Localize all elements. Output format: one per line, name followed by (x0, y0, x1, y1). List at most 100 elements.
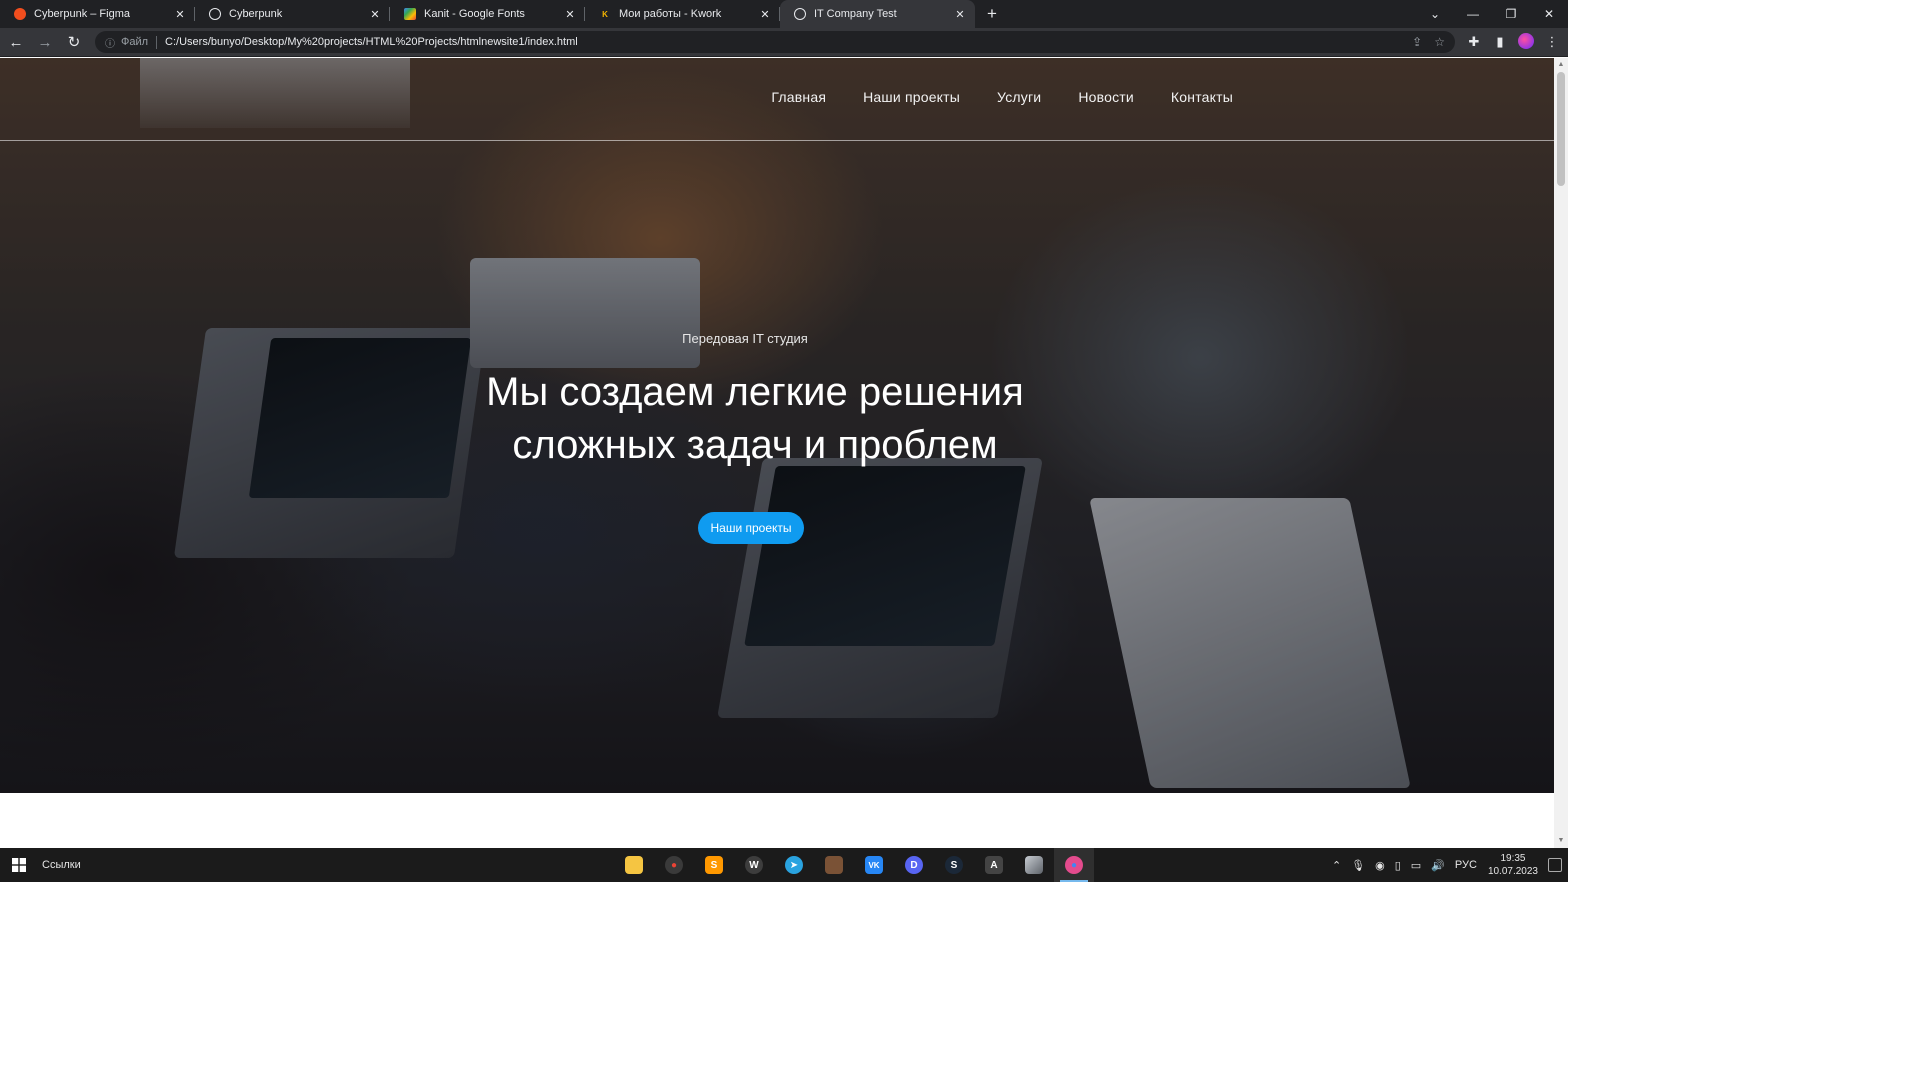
nav-contacts[interactable]: Контакты (1171, 89, 1233, 105)
close-icon[interactable]: ✕ (368, 8, 382, 21)
task-vk[interactable]: VK (854, 848, 894, 882)
address-scheme-label: Файл (121, 36, 149, 48)
browser-tab-strip: Cyberpunk – Figma ✕ Cyberpunk ✕ Kanit - … (0, 0, 1568, 28)
tab-title: IT Company Test (814, 8, 897, 20)
close-window-button[interactable]: ✕ (1530, 0, 1568, 28)
window-controls: ⌄ — ❐ ✕ (1416, 0, 1568, 28)
tab-title: Kanit - Google Fonts (424, 8, 525, 20)
hero-headline-line-2: сложных задач и проблем (512, 423, 998, 467)
task-chrome-profile[interactable]: ● (1054, 848, 1094, 882)
scroll-thumb[interactable] (1557, 72, 1565, 186)
input-language[interactable]: РУС (1455, 859, 1477, 871)
browser-toolbar: ← → ↻ ⓘ Файл C:/Users/bunyo/Desktop/My%2… (0, 28, 1568, 57)
telegram-icon: ➤ (785, 856, 803, 874)
task-chrome[interactable]: ● (654, 848, 694, 882)
task-photo-app[interactable] (1014, 848, 1054, 882)
task-game[interactable] (814, 848, 854, 882)
sublime-text-icon: S (705, 856, 723, 874)
task-telegram[interactable]: ➤ (774, 848, 814, 882)
nav-home[interactable]: Главная (771, 89, 826, 105)
address-bar[interactable]: ⓘ Файл C:/Users/bunyo/Desktop/My%20proje… (95, 31, 1455, 53)
wordpress-icon: W (745, 856, 763, 874)
task-discord[interactable]: D (894, 848, 934, 882)
tab-title: Cyberpunk (229, 8, 283, 20)
tab-cyberpunk-figma[interactable]: Cyberpunk – Figma ✕ (0, 0, 195, 28)
tab-title: Мои работы - Kwork (619, 8, 722, 20)
profile-avatar[interactable] (1513, 32, 1539, 52)
usb-device-icon[interactable]: ▯ (1395, 859, 1401, 872)
close-icon[interactable]: ✕ (758, 8, 772, 21)
chrome-profile-icon: ● (1065, 856, 1083, 874)
address-separator (156, 35, 158, 49)
globe-icon (209, 8, 221, 20)
microphone-icon[interactable]: 🎙 (1351, 859, 1365, 872)
side-panel-icon[interactable]: ▮ (1487, 34, 1513, 50)
notifications-icon[interactable] (1548, 858, 1562, 872)
clock-date: 10.07.2023 (1487, 866, 1538, 877)
kwork-icon: K (602, 9, 608, 19)
restore-button[interactable]: ❐ (1492, 0, 1530, 28)
address-url[interactable]: C:/Users/bunyo/Desktop/My%20projects/HTM… (165, 36, 1400, 48)
tab-search-icon[interactable]: ⌄ (1416, 0, 1454, 28)
file-explorer-icon (625, 856, 643, 874)
back-button[interactable]: ← (3, 29, 29, 55)
photo-app-icon (1025, 856, 1043, 874)
task-sublime[interactable]: S (694, 848, 734, 882)
globe-icon (794, 8, 806, 20)
close-icon[interactable]: ✕ (563, 8, 577, 21)
hero-headline: Мы создаем легкие решения сложных задач … (0, 366, 1510, 472)
bookmark-star-icon[interactable]: ☆ (1434, 35, 1445, 49)
tab-it-company-test[interactable]: IT Company Test ✕ (780, 0, 975, 28)
game-icon (825, 856, 843, 874)
google-fonts-icon (404, 8, 416, 20)
hero-tagline: Передовая IT студия (682, 331, 808, 346)
page-viewport: Главная Наши проекты Услуги Новости Конт… (0, 58, 1554, 848)
steam-icon: S (945, 856, 963, 874)
tab-google-fonts[interactable]: Kanit - Google Fonts ✕ (390, 0, 585, 28)
minimize-button[interactable]: — (1454, 0, 1492, 28)
share-icon[interactable]: ⇪ (1412, 35, 1422, 49)
vk-icon: VK (865, 856, 883, 874)
inkscape-icon: A (985, 856, 1003, 874)
figma-icon (14, 8, 26, 20)
page-scrollbar[interactable]: ▲ ▼ (1554, 58, 1568, 848)
tab-kwork[interactable]: K Мои работы - Kwork ✕ (585, 0, 780, 28)
site-header: Главная Наши проекты Услуги Новости Конт… (0, 58, 1554, 141)
extensions-icon[interactable]: ✚ (1461, 34, 1487, 50)
hero-section: Главная Наши проекты Услуги Новости Конт… (0, 58, 1554, 793)
info-icon[interactable]: ⓘ (105, 35, 115, 50)
scroll-up-arrow-icon[interactable]: ▲ (1554, 58, 1568, 72)
task-steam[interactable]: S (934, 848, 974, 882)
windows-logo-icon (12, 858, 26, 872)
taskbar-apps: ● S W ➤ VK D S A ● (614, 848, 1094, 882)
tab-cyberpunk[interactable]: Cyberpunk ✕ (195, 0, 390, 28)
nav-news[interactable]: Новости (1078, 89, 1134, 105)
close-icon[interactable]: ✕ (953, 8, 967, 21)
network-icon[interactable]: ▭ (1411, 859, 1421, 872)
forward-button[interactable]: → (32, 29, 58, 55)
windows-taskbar: Ссылки ● S W ➤ VK D S A ● ⌃ 🎙 ◉ ▯ ▭ 🔊 РУ… (0, 848, 1568, 882)
close-icon[interactable]: ✕ (173, 8, 187, 21)
clock-time: 19:35 (1500, 853, 1526, 864)
task-wordpress[interactable]: W (734, 848, 774, 882)
volume-icon[interactable]: 🔊 (1431, 859, 1445, 872)
our-projects-button[interactable]: Наши проекты (698, 512, 804, 544)
chrome-tray-icon[interactable]: ◉ (1375, 859, 1385, 872)
task-file-explorer[interactable] (614, 848, 654, 882)
new-tab-button[interactable]: + (975, 0, 1009, 28)
task-inkscape[interactable]: A (974, 848, 1014, 882)
browser-menu-icon[interactable]: ⋮ (1539, 34, 1565, 50)
taskbar-links-label[interactable]: Ссылки (42, 859, 81, 871)
taskbar-clock[interactable]: 19:35 10.07.2023 (1488, 852, 1538, 878)
start-button[interactable] (0, 858, 38, 872)
tray-overflow-chevron-icon[interactable]: ⌃ (1332, 859, 1341, 872)
chrome-icon: ● (665, 856, 683, 874)
nav-services[interactable]: Услуги (997, 89, 1041, 105)
main-menu: Главная Наши проекты Услуги Новости Конт… (771, 89, 1233, 105)
system-tray: ⌃ 🎙 ◉ ▯ ▭ 🔊 РУС 19:35 10.07.2023 (1327, 848, 1568, 882)
scroll-down-arrow-icon[interactable]: ▼ (1554, 834, 1568, 848)
reload-button[interactable]: ↻ (61, 29, 87, 55)
nav-projects[interactable]: Наши проекты (863, 89, 960, 105)
tab-title: Cyberpunk – Figma (34, 8, 130, 20)
discord-icon: D (905, 856, 923, 874)
